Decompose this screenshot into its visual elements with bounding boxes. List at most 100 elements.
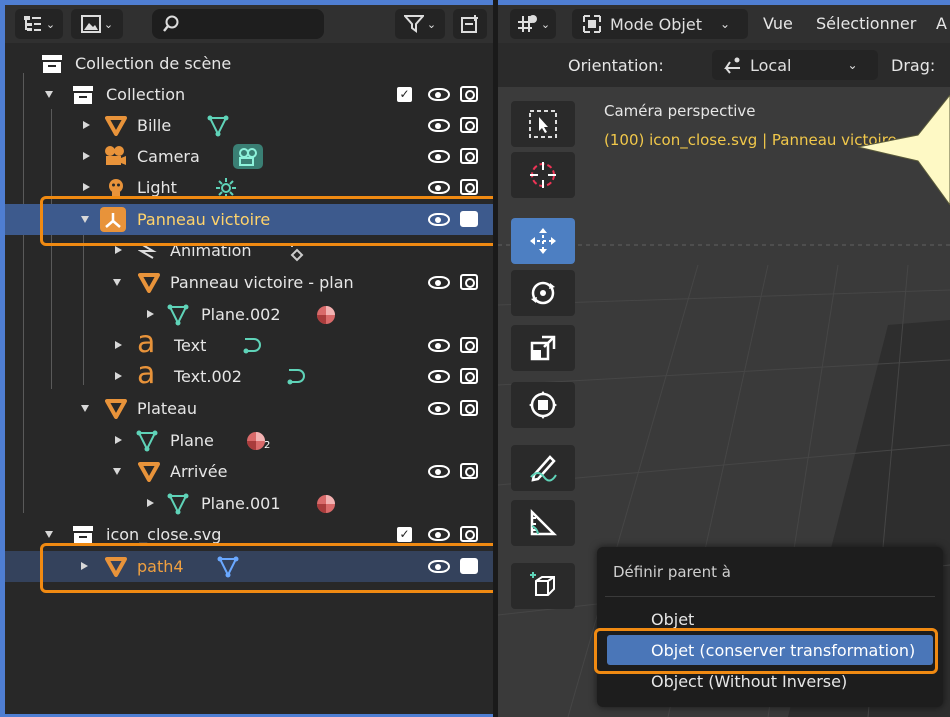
tree-row-label: Text — [174, 336, 207, 355]
tree-row-plane[interactable]: Plane 2 — [5, 425, 493, 456]
chevron-down-icon: ⌄ — [540, 17, 551, 31]
camera-title: Caméra perspective — [604, 102, 756, 120]
transform-gizmo-icon — [517, 15, 537, 32]
camera-render-icon[interactable] — [460, 148, 478, 164]
exclude-checkbox[interactable]: ✓ — [397, 87, 412, 102]
expand-arrow-icon[interactable] — [147, 499, 154, 507]
orientation-dropdown[interactable]: Local ⌄ — [712, 50, 878, 80]
add-cube-tool[interactable] — [511, 563, 575, 609]
tree-row-bille[interactable]: Bille — [5, 110, 493, 141]
outliner-panel: ⌄ ⌄ ⌄ Collection de scène Collection ✓ B… — [5, 5, 493, 714]
collapse-arrow-icon[interactable] — [113, 468, 121, 475]
scale-tool[interactable] — [511, 325, 575, 371]
tree-row-plane-002[interactable]: Plane.002 — [5, 299, 493, 330]
tree-row-camera[interactable]: Camera — [5, 141, 493, 172]
material-icon — [317, 306, 335, 324]
tree-row-panneau-victoire-plan[interactable]: Panneau victoire - plan — [5, 267, 493, 298]
mesh-object-icon — [105, 116, 127, 136]
tree-row-plateau[interactable]: Plateau — [5, 393, 493, 424]
outliner-list-icon — [23, 16, 41, 31]
tree-row-label: Plane.001 — [201, 494, 281, 513]
eye-icon[interactable] — [428, 528, 450, 541]
collection-icon — [73, 86, 93, 104]
mesh-data-icon — [136, 430, 158, 452]
new-collection-button[interactable] — [453, 9, 487, 39]
eye-icon[interactable] — [428, 339, 450, 352]
expand-arrow-icon[interactable] — [83, 183, 90, 191]
tree-row-collection[interactable]: Collection ✓ — [5, 79, 493, 110]
eye-icon[interactable] — [428, 370, 450, 383]
mesh-object-icon — [105, 399, 127, 419]
scale-icon — [530, 335, 556, 361]
camera-render-icon[interactable] — [460, 337, 478, 353]
camera-render-icon[interactable] — [460, 400, 478, 416]
camera-render-icon[interactable] — [460, 526, 478, 542]
orientation-label: Orientation: — [568, 56, 664, 75]
menu-select[interactable]: Sélectionner — [816, 14, 916, 33]
cursor-tool[interactable] — [511, 152, 575, 198]
filter-icon — [403, 15, 424, 33]
collapse-arrow-icon[interactable] — [81, 405, 89, 412]
filter-button[interactable]: ⌄ — [395, 9, 445, 39]
tree-row-label: Bille — [137, 116, 172, 135]
menu-item-label: Objet — [651, 609, 695, 629]
collapse-arrow-icon[interactable] — [45, 91, 53, 98]
viewport-tool-settings: Orientation: Local ⌄ Drag: — [498, 43, 950, 87]
expand-arrow-icon[interactable] — [115, 372, 122, 380]
exclude-checkbox[interactable]: ✓ — [397, 527, 412, 542]
tree-row-text[interactable]: a Text — [5, 328, 493, 361]
tree-row-label: icon_close.svg — [106, 525, 222, 544]
set-parent-menu: Définir parent à Objet Objet (conserver … — [597, 547, 943, 707]
camera-render-icon[interactable] — [460, 86, 478, 102]
move-tool[interactable] — [511, 218, 575, 264]
eye-icon[interactable] — [428, 119, 450, 132]
panel-divider[interactable] — [493, 0, 498, 717]
menu-view[interactable]: Vue — [763, 14, 793, 33]
eye-icon[interactable] — [428, 465, 450, 478]
eye-icon[interactable] — [428, 88, 450, 101]
text-object-icon: a — [137, 356, 156, 391]
camera-render-icon[interactable] — [460, 179, 478, 195]
mesh-data-icon — [167, 493, 189, 515]
tree-row-text-002[interactable]: a Text.002 — [5, 356, 493, 392]
menu-item-label: Object (Without Inverse) — [651, 671, 848, 691]
camera-render-icon[interactable] — [460, 274, 478, 290]
expand-arrow-icon[interactable] — [83, 121, 90, 129]
eye-icon[interactable] — [428, 181, 450, 194]
collapse-arrow-icon[interactable] — [45, 531, 53, 538]
camera-render-icon[interactable] — [460, 368, 478, 384]
mode-dropdown[interactable]: Mode Objet ⌄ — [572, 9, 748, 39]
measure-tool[interactable] — [511, 500, 575, 546]
measure-icon — [530, 508, 558, 536]
menu-truncated[interactable]: A — [936, 14, 947, 33]
expand-arrow-icon[interactable] — [115, 341, 122, 349]
search-input[interactable] — [152, 9, 324, 39]
eye-icon[interactable] — [428, 402, 450, 415]
collapse-arrow-icon[interactable] — [113, 279, 121, 286]
expand-arrow-icon[interactable] — [115, 246, 122, 254]
expand-arrow-icon[interactable] — [115, 436, 122, 444]
scene-collection-icon — [42, 55, 62, 73]
camera-render-icon[interactable] — [460, 463, 478, 479]
drag-label: Drag: — [891, 56, 936, 75]
editor-type-button[interactable]: ⌄ — [71, 9, 123, 39]
rotate-tool[interactable] — [511, 270, 575, 316]
select-box-tool[interactable] — [511, 101, 575, 147]
tree-row-plane-001[interactable]: Plane.001 — [5, 488, 493, 519]
expand-arrow-icon[interactable] — [147, 310, 154, 318]
eye-icon[interactable] — [428, 276, 450, 289]
expand-arrow-icon[interactable] — [83, 152, 90, 160]
tree-row-arrivee[interactable]: Arrivée — [5, 456, 493, 487]
menu-separator — [605, 596, 935, 597]
camera-render-icon[interactable] — [460, 117, 478, 133]
object-interaction-button[interactable]: ⌄ — [510, 9, 556, 39]
transform-tool[interactable] — [511, 382, 575, 428]
eye-icon[interactable] — [428, 150, 450, 163]
tree-row-label: Collection de scène — [75, 54, 232, 73]
annotate-tool[interactable] — [511, 445, 575, 491]
display-mode-button[interactable]: ⌄ — [15, 9, 63, 39]
tree-row-label: Collection — [106, 85, 186, 104]
menu-title: Définir parent à — [613, 563, 731, 581]
tree-row-scene-collection[interactable]: Collection de scène — [5, 48, 493, 79]
camera-data-icon — [233, 144, 263, 169]
